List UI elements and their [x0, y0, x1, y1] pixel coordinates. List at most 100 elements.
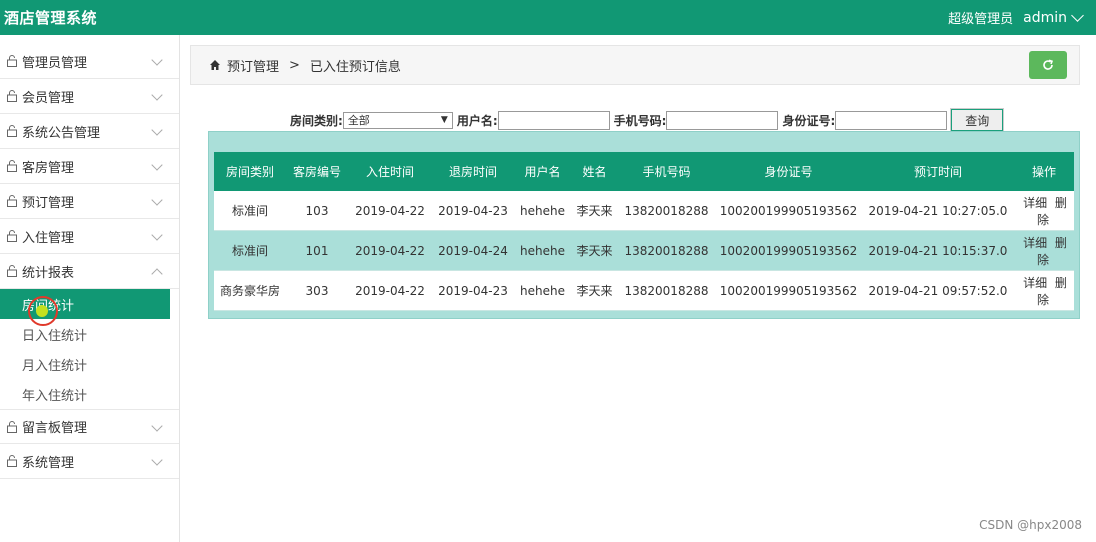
breadcrumb: 预订管理 > 已入住预订信息: [190, 45, 1080, 85]
idcard-label: 身份证号:: [782, 113, 836, 128]
sidebar-subitem-daily-stats[interactable]: 日入住统计: [0, 319, 179, 349]
refresh-icon: [1043, 59, 1054, 70]
col-name: 姓名: [571, 152, 618, 191]
main-content: 预订管理 > 已入住预订信息 房间类别: 全部 ▼ 用户名: 手机号码: 身份证…: [190, 45, 1080, 542]
cell-room-type: 商务豪华房: [214, 270, 286, 311]
cell-name: 李天来: [571, 191, 618, 231]
cell-room-number: 303: [286, 270, 348, 311]
phone-label: 手机号码:: [613, 113, 667, 128]
sidebar-item-room[interactable]: 客房管理: [0, 149, 179, 184]
sidebar-item-label: 会员管理: [22, 90, 75, 106]
cell-idcard: 100200199905193562: [715, 191, 862, 231]
detail-link[interactable]: 详细: [1023, 276, 1047, 290]
room-type-value: 全部: [347, 114, 370, 127]
lock-icon: [7, 55, 17, 67]
lock-icon: [7, 420, 17, 433]
lock-icon: [7, 125, 17, 137]
table-row: 商务豪华房 303 2019-04-22 2019-04-23 hehehe 李…: [214, 270, 1074, 311]
cell-username: hehehe: [514, 270, 571, 311]
sidebar-item-label: 系统管理: [22, 455, 75, 471]
cell-phone: 13820018288: [618, 191, 715, 231]
username-input[interactable]: [497, 110, 610, 130]
chevron-down-icon: [151, 420, 163, 432]
sidebar-subitem-yearly-stats[interactable]: 年入住统计: [0, 379, 179, 409]
detail-link[interactable]: 详细: [1023, 196, 1047, 210]
room-type-label: 房间类别:: [290, 113, 343, 128]
sidebar-item-label: 客房管理: [22, 160, 75, 176]
chevron-down-icon: [151, 54, 163, 66]
dropdown-arrow-icon: ▼: [440, 115, 448, 125]
idcard-input[interactable]: [835, 110, 948, 130]
user-menu[interactable]: 超级管理员 admin: [948, 8, 1084, 27]
breadcrumb-current: 已入住预订信息: [309, 59, 401, 75]
sidebar-item-notice[interactable]: 系统公告管理: [0, 114, 179, 149]
cell-room-type: 标准间: [214, 230, 286, 271]
table-container: 房间类别 客房编号 入住时间 退房时间 用户名 姓名 手机号码 身份证号 预订时…: [208, 131, 1080, 319]
cell-name: 李天来: [571, 230, 618, 271]
cell-username: hehehe: [514, 230, 571, 271]
chevron-down-icon: [151, 89, 163, 101]
cell-checkin-date: 2019-04-22: [348, 270, 432, 311]
lock-icon: [7, 265, 17, 277]
cell-booking-time: 2019-04-21 09:57:52.0: [862, 270, 1014, 311]
chevron-down-icon[interactable]: [1071, 9, 1084, 22]
cell-booking-time: 2019-04-21 10:27:05.0: [862, 191, 1014, 231]
cell-checkin-date: 2019-04-22: [348, 230, 432, 271]
sidebar-item-checkin[interactable]: 入住管理: [0, 219, 179, 254]
cell-room-number: 101: [286, 230, 348, 271]
cell-phone: 13820018288: [618, 230, 715, 271]
chevron-down-icon: [151, 454, 163, 466]
cell-phone: 13820018288: [618, 270, 715, 311]
home-icon: [210, 60, 220, 70]
lock-icon: [7, 230, 17, 242]
sidebar-item-member[interactable]: 会员管理: [0, 79, 179, 114]
sidebar-item-system[interactable]: 系统管理: [0, 444, 179, 479]
room-type-select[interactable]: 全部 ▼: [342, 111, 453, 129]
sidebar-item-report[interactable]: 统计报表: [0, 254, 179, 289]
breadcrumb-parent[interactable]: 预订管理: [227, 56, 279, 75]
detail-link[interactable]: 详细: [1023, 236, 1047, 250]
sidebar-subitem-room-stats[interactable]: 房间统计: [0, 289, 170, 319]
cell-actions: 详细 删除: [1014, 191, 1074, 231]
booking-table: 房间类别 客房编号 入住时间 退房时间 用户名 姓名 手机号码 身份证号 预订时…: [214, 152, 1074, 311]
lock-icon: [7, 160, 17, 172]
col-checkin-date: 入住时间: [348, 152, 432, 191]
refresh-button[interactable]: [1029, 51, 1067, 79]
lock-icon: [7, 195, 17, 207]
col-room-type: 房间类别: [214, 152, 286, 191]
phone-input[interactable]: [666, 110, 779, 130]
col-checkout-date: 退房时间: [432, 152, 514, 191]
col-idcard: 身份证号: [715, 152, 862, 191]
sidebar-item-label: 入住管理: [22, 230, 75, 246]
breadcrumb-separator: >: [289, 57, 300, 73]
col-username: 用户名: [514, 152, 571, 191]
sidebar-item-label: 预订管理: [22, 195, 75, 211]
cell-room-type: 标准间: [214, 191, 286, 231]
chevron-up-icon: [151, 268, 163, 280]
username-label: 用户名:: [456, 113, 498, 128]
cell-username: hehehe: [514, 191, 571, 231]
query-button[interactable]: 查询: [950, 108, 1005, 132]
cell-idcard: 100200199905193562: [715, 270, 862, 311]
cell-checkout-date: 2019-04-23: [432, 191, 514, 231]
lock-icon: [7, 455, 17, 467]
sidebar-item-booking[interactable]: 预订管理: [0, 184, 179, 219]
app-title: 酒店管理系统: [4, 9, 98, 27]
top-header: 酒店管理系统 超级管理员 admin: [0, 0, 1096, 35]
sidebar-item-message[interactable]: 留言板管理: [0, 409, 179, 444]
sidebar-item-admin[interactable]: 管理员管理: [0, 44, 179, 79]
cell-actions: 详细 删除: [1014, 230, 1074, 271]
chevron-down-icon: [151, 159, 163, 171]
table-row: 标准间 101 2019-04-22 2019-04-24 hehehe 李天来…: [214, 230, 1074, 271]
col-actions: 操作: [1014, 152, 1074, 191]
sidebar-item-label: 管理员管理: [22, 55, 88, 71]
chevron-down-icon: [151, 229, 163, 241]
cell-checkin-date: 2019-04-22: [348, 191, 432, 231]
username[interactable]: admin: [1023, 10, 1067, 26]
sidebar-item-label: 统计报表: [22, 265, 75, 281]
col-booking-time: 预订时间: [862, 152, 1014, 191]
search-form: 房间类别: 全部 ▼ 用户名: 手机号码: 身份证号: 查询: [290, 108, 1005, 132]
sidebar-subitem-monthly-stats[interactable]: 月入住统计: [0, 349, 179, 379]
cell-booking-time: 2019-04-21 10:15:37.0: [862, 230, 1014, 271]
user-role: 超级管理员: [948, 12, 1014, 27]
